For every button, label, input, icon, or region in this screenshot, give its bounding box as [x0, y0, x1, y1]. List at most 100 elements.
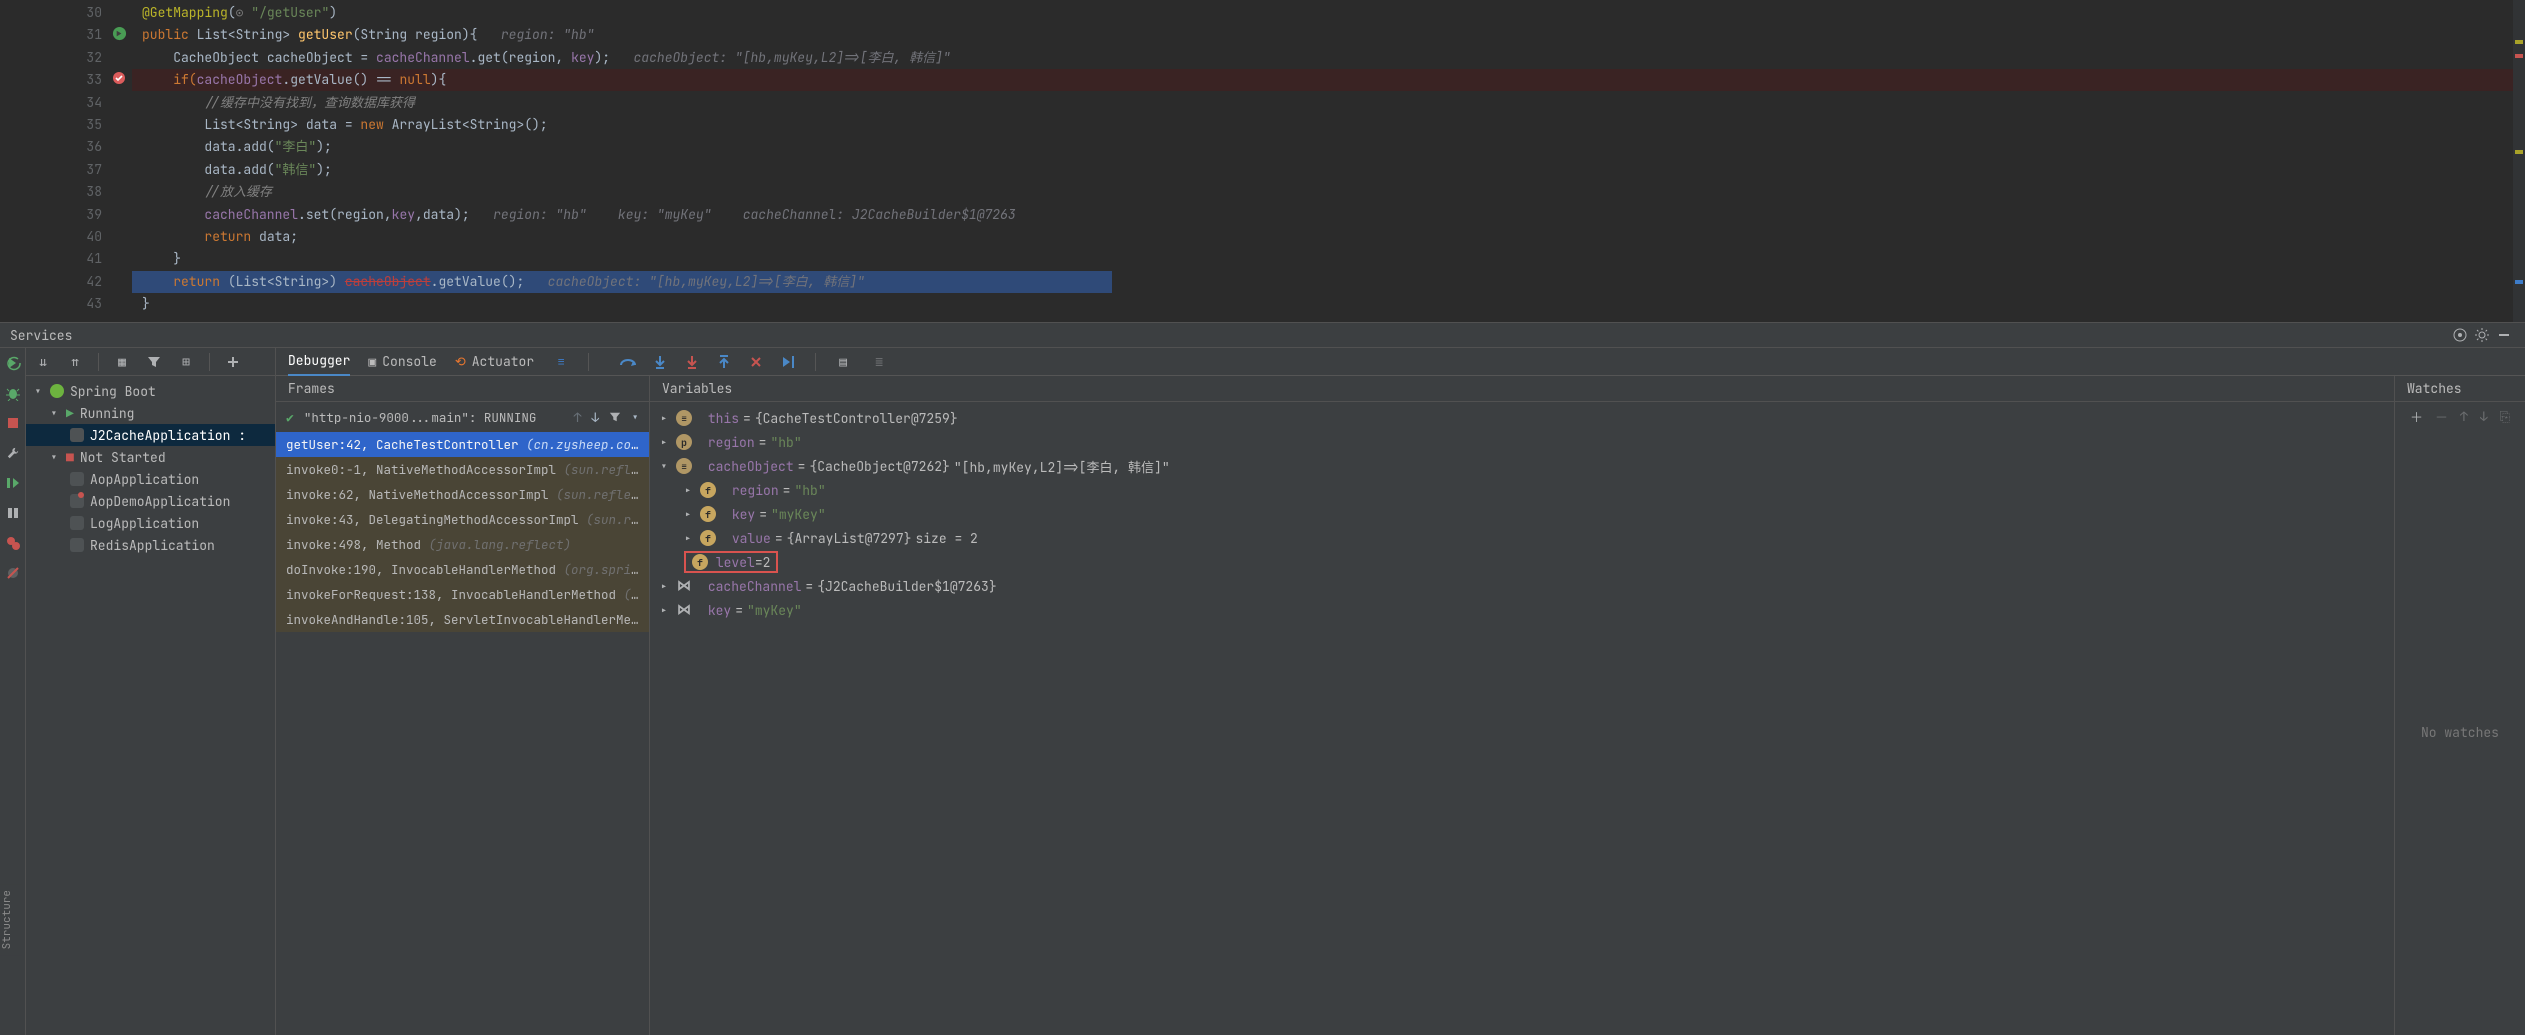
console-icon: ▣	[368, 353, 376, 370]
frame-row[interactable]: invoke0:-1, NativeMethodAccessorImpl (su…	[276, 457, 649, 482]
services-tree[interactable]: ⇊ ⇈ ▦ ⊞ ▾Spring Boot ▾▶Running J2CacheAp…	[26, 348, 276, 1035]
rerun-icon[interactable]	[4, 354, 22, 372]
trace-icon[interactable]: ≣	[870, 353, 888, 371]
add-watch-icon[interactable]: ＋	[2410, 407, 2423, 426]
frames-pane[interactable]: Frames ✔ "http-nio-9000...main": RUNNING…	[276, 376, 650, 1035]
wrench-icon[interactable]	[4, 444, 22, 462]
stop-icon[interactable]	[4, 414, 22, 432]
breakpoints-icon[interactable]	[4, 534, 22, 552]
debug-area: Debugger ▣Console ⟲Actuator ≡ ▤ ≣ Frames…	[276, 348, 2525, 1035]
tab-console[interactable]: ▣Console	[368, 348, 436, 376]
frame-row[interactable]: invoke:43, DelegatingMethodAccessorImpl …	[276, 507, 649, 532]
watch-up-icon[interactable]: ↑	[2460, 408, 2468, 425]
field-icon: f	[700, 506, 716, 522]
frame-row[interactable]: invokeAndHandle:105, ServletInvocableHan…	[276, 607, 649, 632]
tree-app[interactable]: AopApplication	[26, 468, 275, 490]
error-stripe[interactable]	[2513, 0, 2525, 322]
tree-app-selected[interactable]: J2CacheApplication :	[26, 424, 275, 446]
class-icon: ≡	[676, 410, 692, 426]
app-icon	[70, 428, 84, 442]
play-icon: ▶	[66, 405, 74, 422]
copy-watch-icon[interactable]: ⎘	[2500, 408, 2510, 425]
watches-pane[interactable]: Watches ＋ － ↑ ↓ ⎘ No watches	[2395, 376, 2525, 1035]
var-row[interactable]: ▸⋈ key = "myKey"	[650, 598, 2394, 622]
force-step-into-icon[interactable]	[683, 353, 701, 371]
variables-pane[interactable]: Variables ▸≡ this = {CacheTestController…	[650, 376, 2395, 1035]
field-icon: f	[692, 554, 708, 570]
arrow-down-icon[interactable]: ↓	[591, 409, 599, 426]
target-icon[interactable]	[2449, 324, 2471, 346]
evaluate-icon[interactable]: ▤	[834, 353, 852, 371]
group-icon[interactable]: ⊞	[177, 353, 195, 371]
recursive-icon	[112, 26, 128, 42]
threads-icon[interactable]: ≡	[552, 353, 570, 371]
gear-icon[interactable]	[2471, 324, 2493, 346]
mute-bp-icon[interactable]	[4, 564, 22, 582]
variables-header: Variables	[650, 376, 2394, 402]
var-row[interactable]: ▸f key = "myKey"	[650, 502, 2394, 526]
var-row[interactable]: ▸f value = {ArrayList@7297} size = 2	[650, 526, 2394, 550]
collapse-icon[interactable]: ⇈	[66, 353, 84, 371]
tree-notstarted[interactable]: ▾■Not Started	[26, 446, 275, 468]
filter-frames-icon[interactable]	[609, 411, 621, 423]
app-icon	[70, 516, 84, 530]
frame-row[interactable]: invoke:498, Method (java.lang.reflect)	[276, 532, 649, 557]
actuator-icon: ⟲	[455, 353, 466, 370]
add-icon[interactable]	[224, 353, 242, 371]
filter-icon[interactable]	[145, 353, 163, 371]
code-editor[interactable]: 30 31 32 33 34 35 36 37 38 39 40 41 42 4…	[0, 0, 2525, 322]
grid-icon[interactable]: ▦	[113, 353, 131, 371]
var-row-level[interactable]: f level = 2	[650, 550, 2394, 574]
drop-frame-icon[interactable]	[747, 353, 765, 371]
check-icon: ✔	[286, 409, 294, 426]
tree-running[interactable]: ▾▶Running	[26, 402, 275, 424]
resume-icon[interactable]	[4, 474, 22, 492]
step-over-icon[interactable]	[619, 353, 637, 371]
services-title: Services	[10, 327, 72, 344]
tree-app[interactable]: RedisApplication	[26, 534, 275, 556]
code-area[interactable]: @GetMapping(⊙ "/getUser") public List<St…	[132, 0, 2525, 322]
watches-empty: No watches	[2395, 430, 2525, 1035]
var-row[interactable]: ▸⋈ cacheChannel = {J2CacheBuilder$1@7263…	[650, 574, 2394, 598]
watch-down-icon[interactable]: ↓	[2480, 408, 2488, 425]
tab-actuator[interactable]: ⟲Actuator	[455, 348, 534, 376]
var-row[interactable]: ▸f region = "hb"	[650, 478, 2394, 502]
spring-icon	[50, 384, 64, 398]
step-out-icon[interactable]	[715, 353, 733, 371]
pause-icon[interactable]	[4, 504, 22, 522]
class-icon: ≡	[676, 458, 692, 474]
watches-header: Watches	[2395, 376, 2525, 402]
tree-app[interactable]: AopDemoApplication	[26, 490, 275, 512]
thread-selector[interactable]: "http-nio-9000...main": RUNNING	[304, 409, 537, 426]
object-icon: ⋈	[676, 602, 692, 618]
var-row[interactable]: ▸p region = "hb"	[650, 430, 2394, 454]
chevron-down-icon[interactable]: ▾	[631, 409, 639, 426]
remove-watch-icon[interactable]: －	[2435, 407, 2448, 426]
expand-icon[interactable]: ⇊	[34, 353, 52, 371]
breakpoint-icon[interactable]	[112, 71, 128, 87]
frames-header: Frames	[276, 376, 649, 402]
arrow-up-icon[interactable]: ↑	[574, 409, 582, 426]
frame-list[interactable]: getUser:42, CacheTestController (cn.zysh…	[276, 432, 649, 632]
debug-toolbar: Debugger ▣Console ⟲Actuator ≡ ▤ ≣	[276, 348, 2525, 376]
bug-icon[interactable]	[4, 384, 22, 402]
minimize-icon[interactable]	[2493, 324, 2515, 346]
frame-row[interactable]: invokeForRequest:138, InvocableHandlerMe…	[276, 582, 649, 607]
var-row[interactable]: ▾≡ cacheObject = {CacheObject@7262} "[hb…	[650, 454, 2394, 478]
run-to-cursor-icon[interactable]	[779, 353, 797, 371]
object-icon: ⋈	[676, 578, 692, 594]
app-icon	[70, 538, 84, 552]
structure-tool-label[interactable]: Structure	[0, 884, 22, 955]
frame-row[interactable]: invoke:62, NativeMethodAccessorImpl (sun…	[276, 482, 649, 507]
frame-row[interactable]: doInvoke:190, InvocableHandlerMethod (or…	[276, 557, 649, 582]
tab-debugger[interactable]: Debugger	[288, 348, 350, 376]
var-row[interactable]: ▸≡ this = {CacheTestController@7259}	[650, 406, 2394, 430]
gutter: 30 31 32 33 34 35 36 37 38 39 40 41 42 4…	[58, 0, 110, 322]
gutter-icons	[110, 0, 132, 322]
tree-spring-boot[interactable]: ▾Spring Boot	[26, 380, 275, 402]
app-icon	[70, 494, 84, 508]
tree-app[interactable]: LogApplication	[26, 512, 275, 534]
frame-row[interactable]: getUser:42, CacheTestController (cn.zysh…	[276, 432, 649, 457]
app-icon	[70, 472, 84, 486]
step-into-icon[interactable]	[651, 353, 669, 371]
